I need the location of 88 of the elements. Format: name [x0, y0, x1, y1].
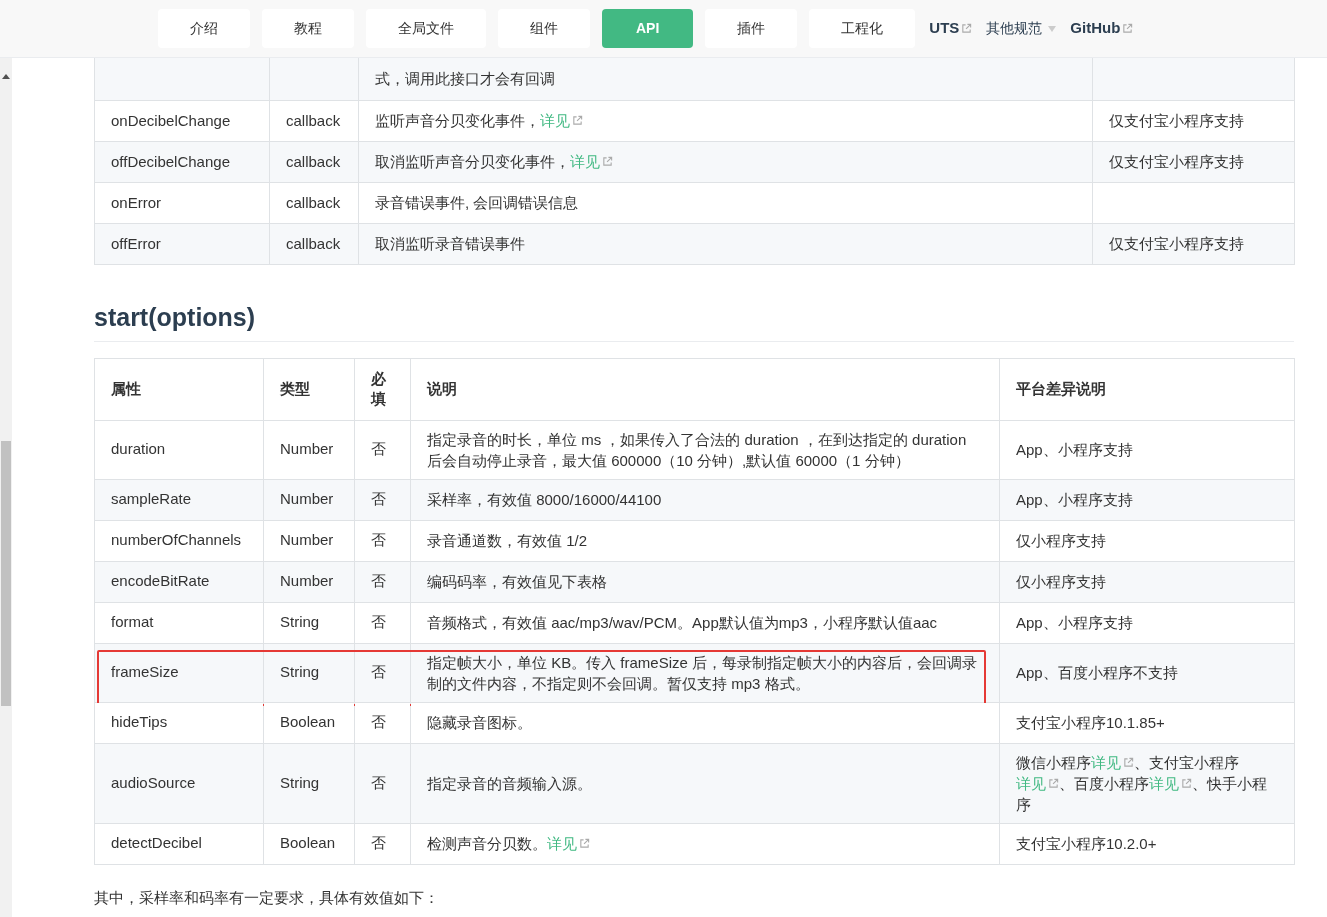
table-cell: Number — [263, 520, 355, 561]
external-link-icon — [579, 838, 590, 849]
table-cell: 否 — [354, 702, 411, 743]
table-cell: encodeBitRate — [94, 561, 264, 602]
external-link-icon — [1181, 777, 1192, 789]
nav-tab[interactable]: 教程 — [262, 9, 354, 48]
table-cell: Boolean — [263, 823, 355, 864]
table-cell: callback — [269, 223, 359, 265]
nav-tab[interactable]: 全局文件 — [366, 9, 486, 48]
table-cell: String — [263, 743, 355, 823]
external-link-icon — [1048, 777, 1059, 789]
table-cell: 指定录音的音频输入源。 — [410, 743, 1000, 823]
table-cell: App、百度小程序不支持 — [999, 643, 1295, 702]
table-cell: 仅小程序支持 — [999, 561, 1295, 602]
table-cell: App、小程序支持 — [999, 420, 1295, 479]
column-header: 类型 — [263, 358, 355, 420]
scroll-thumb[interactable] — [1, 441, 11, 706]
column-header: 必填 — [354, 358, 411, 420]
table-cell: Number — [263, 479, 355, 520]
nav-dropdown[interactable]: 其他规范 — [986, 18, 1057, 39]
table-cell: callback — [269, 141, 359, 183]
table-cell: 编码码率，有效值见下表格 — [410, 561, 1000, 602]
table-cell: App、小程序支持 — [999, 479, 1295, 520]
table-cell: 否 — [354, 823, 411, 864]
table-cell: offDecibelChange — [94, 141, 270, 183]
table-cell: 式，调用此接口才会有回调 — [358, 58, 1093, 101]
table-cell: detectDecibel — [94, 823, 264, 864]
column-header: 属性 — [94, 358, 264, 420]
table-cell: 仅支付宝小程序支持 — [1092, 223, 1295, 265]
table-cell: 支付宝小程序10.1.85+ — [999, 702, 1295, 743]
table-cell: 否 — [354, 420, 411, 479]
table-cell: 采样率，有效值 8000/16000/44100 — [410, 479, 1000, 520]
external-link-icon — [961, 23, 973, 34]
external-link-icon — [572, 114, 583, 126]
table-cell: hideTips — [94, 702, 264, 743]
column-header: 平台差异说明 — [999, 358, 1295, 420]
nav-tab[interactable]: 介绍 — [158, 9, 250, 48]
external-link-icon — [1123, 756, 1134, 768]
table-cell: 录音通道数，有效值 1/2 — [410, 520, 1000, 561]
table-cell: 否 — [354, 561, 411, 602]
scrollbar[interactable] — [0, 58, 12, 917]
external-link-icon — [1122, 23, 1134, 34]
table-cell: onDecibelChange — [94, 100, 270, 142]
table-cell: 仅支付宝小程序支持 — [1092, 100, 1295, 142]
table-cell: 取消监听声音分贝变化事件，详见 — [358, 141, 1093, 183]
table-cell: sampleRate — [94, 479, 264, 520]
table-cell: App、小程序支持 — [999, 602, 1295, 643]
table-cell: callback — [269, 100, 359, 142]
table-cell: 仅小程序支持 — [999, 520, 1295, 561]
table-cell: String — [263, 602, 355, 643]
table-cell: format — [94, 602, 264, 643]
table-cell: numberOfChannels — [94, 520, 264, 561]
table-cell: 微信小程序详见 、支付宝小程序 详见 、百度小程序详见 、快手小程序 — [999, 743, 1295, 823]
table-cell: 否 — [354, 602, 411, 643]
table-cell: 取消监听录音错误事件 — [358, 223, 1093, 265]
table-cell: 否 — [354, 643, 411, 702]
table-cell: duration — [94, 420, 264, 479]
table-cell: 指定帧大小，单位 KB。传入 frameSize 后，每录制指定帧大小的内容后，会回调录制的文件内容，不指定则不会回调。暂仅支持 mp3 格式。 — [410, 643, 1000, 702]
external-link-icon — [602, 155, 613, 167]
table-cell: Number — [263, 420, 355, 479]
table-cell: onError — [94, 182, 270, 224]
table-cell: Number — [263, 561, 355, 602]
paragraph: 其中，采样率和码率有一定要求，具体有效值如下： — [94, 887, 440, 908]
table-cell: 仅支付宝小程序支持 — [1092, 141, 1295, 183]
scroll-up-icon[interactable] — [2, 74, 10, 79]
caret-icon — [1048, 25, 1057, 32]
table-cell: 否 — [354, 479, 411, 520]
nav-link[interactable]: GitHub — [1068, 17, 1136, 40]
table-cell: String — [263, 643, 355, 702]
nav-tab[interactable]: 插件 — [705, 9, 798, 48]
table-cell: 隐藏录音图标。 — [410, 702, 1000, 743]
table-cell: 支付宝小程序10.2.0+ — [999, 823, 1295, 864]
table-cell: 否 — [354, 520, 411, 561]
table-cell: offError — [94, 223, 270, 265]
nav-link[interactable]: UTS — [927, 17, 975, 40]
table-cell: 检测声音分贝数。详见 — [410, 823, 1000, 864]
section-heading: start(options) — [94, 299, 1294, 342]
nav-tab[interactable]: 组件 — [498, 9, 590, 48]
table-cell: Boolean — [263, 702, 355, 743]
table-cell: audioSource — [94, 743, 264, 823]
column-header: 说明 — [410, 358, 1000, 420]
table-cell: callback — [269, 182, 359, 224]
table-cell: 监听声音分贝变化事件，详见 — [358, 100, 1093, 142]
table-cell: 音频格式，有效值 aac/mp3/wav/PCM。App默认值为mp3，小程序默认值aac — [410, 602, 1000, 643]
nav-tab[interactable]: 工程化 — [809, 9, 916, 48]
table-cell: 指定录音的时长，单位 ms ，如果传入了合法的 duration ，在到达指定的 duration 后会自动停止录音，最大值 600000（10 分钟）,默认值 60000（1 分钟） — [410, 420, 1000, 479]
table-cell: 否 — [354, 743, 411, 823]
table-cell: 录音错误事件, 会回调错误信息 — [358, 182, 1093, 224]
